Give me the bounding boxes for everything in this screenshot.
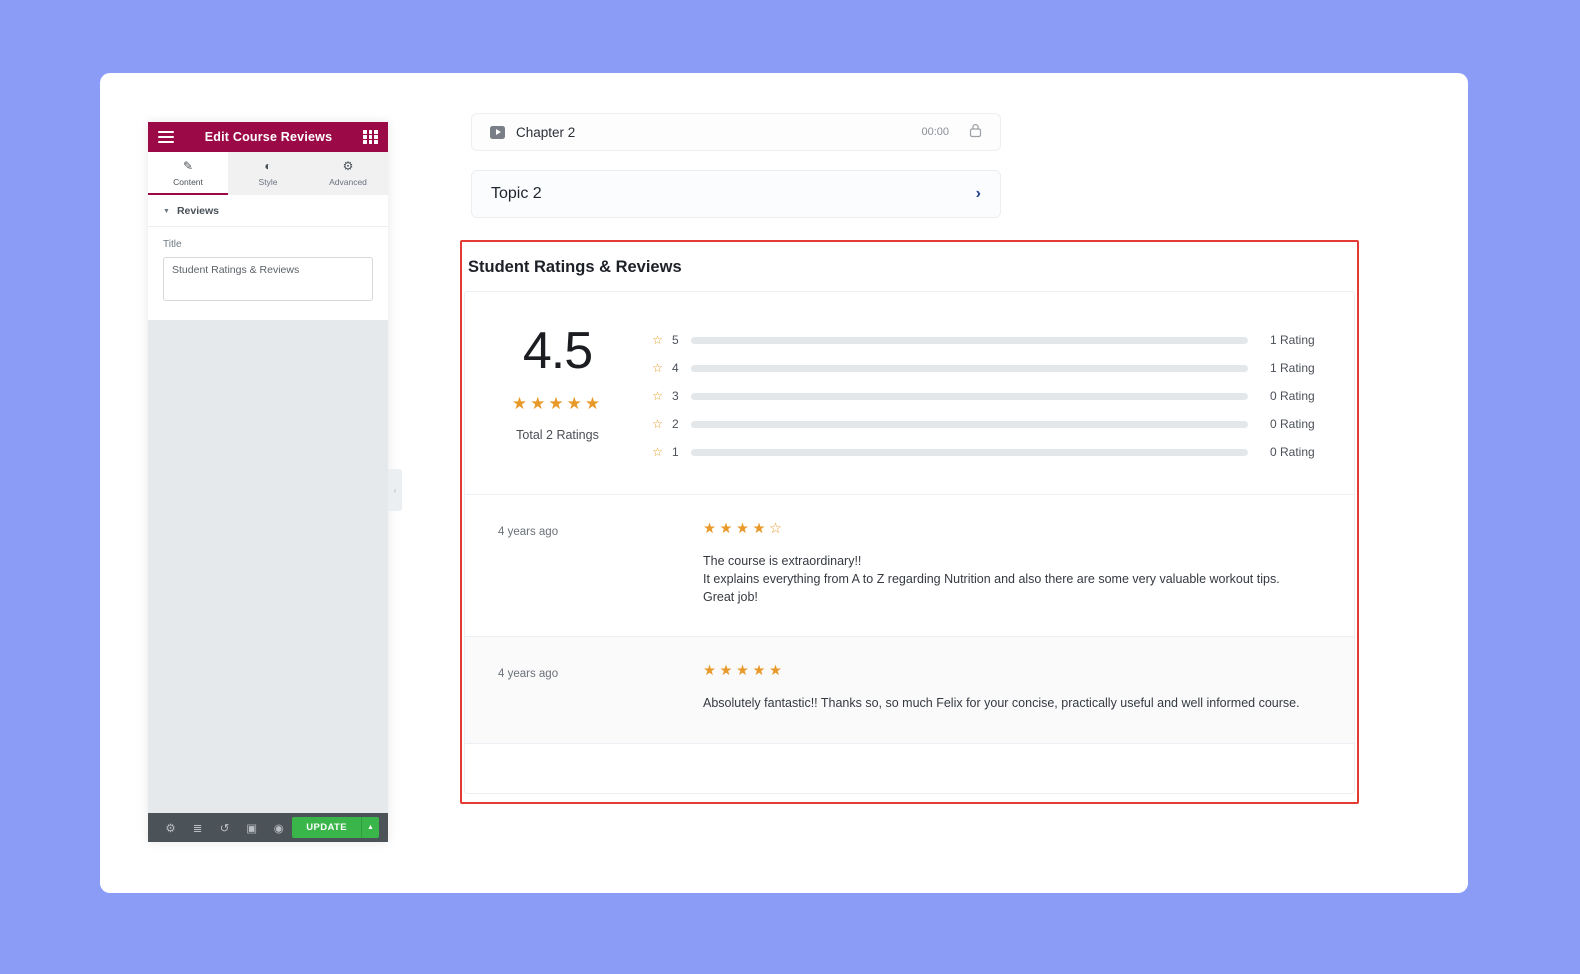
rating-bar-stars: 2 (672, 417, 679, 431)
rating-bar-track (691, 336, 1248, 344)
review-body: ★★★★☆ The course is extraordinary!! It e… (703, 521, 1354, 606)
update-button-group: UPDATE ▲ (292, 817, 379, 838)
lesson-duration: 00:00 (921, 126, 949, 138)
review-text: The course is extraordinary!! It explain… (703, 552, 1324, 606)
panel-tabs: ✎ Content ◐ Style ⚙ Advanced (148, 152, 388, 195)
review-item: 4 years ago ★★★★☆ The course is extraord… (465, 495, 1354, 638)
rating-bar-row: ☆ 5 1 Rating (650, 326, 1328, 354)
reviews-card: 4.5 ★★★★★ Total 2 Ratings ☆ 5 1 Rating ☆… (464, 291, 1355, 794)
panel-title: Edit Course Reviews (204, 130, 333, 144)
review-text-line: It explains everything from A to Z regar… (703, 572, 1280, 587)
average-rating-column: 4.5 ★★★★★ Total 2 Ratings (465, 322, 650, 466)
settings-icon[interactable]: ⚙ (157, 821, 184, 835)
rating-bar-row: ☆ 1 0 Rating (650, 438, 1328, 466)
rating-bar-row: ☆ 2 0 Rating (650, 410, 1328, 438)
lock-icon (969, 123, 982, 141)
title-field-label: Title (163, 239, 182, 250)
grid-apps-icon[interactable] (363, 130, 378, 144)
panel-body: ▼ Reviews Title (148, 195, 388, 320)
review-item: 4 years ago ★★★★★ Absolutely fantastic!!… (465, 637, 1354, 744)
lesson-name: Chapter 2 (516, 124, 576, 140)
rating-bar-row: ☆ 4 1 Rating (650, 354, 1328, 382)
rating-bar-stars: 4 (672, 361, 679, 375)
page-card: Edit Course Reviews ✎ Content ◐ Style ⚙ … (100, 73, 1468, 893)
review-2: 4 years ago ★★★★★ Absolutely fantastic!!… (465, 637, 1354, 743)
rating-bar-count: 1 Rating (1270, 361, 1315, 375)
rating-bar-count: 0 Rating (1270, 389, 1315, 403)
ratings-summary-section: 4.5 ★★★★★ Total 2 Ratings ☆ 5 1 Rating ☆… (465, 292, 1354, 495)
pencil-icon: ✎ (182, 159, 194, 173)
review-1: 4 years ago ★★★★☆ The course is extraord… (465, 495, 1354, 636)
review-text-line: Great job! (703, 590, 758, 605)
star-outline-icon: ☆ (652, 333, 663, 347)
rating-bar-track (691, 420, 1248, 428)
editor-panel: Edit Course Reviews ✎ Content ◐ Style ⚙ … (148, 122, 388, 842)
star-outline-icon: ☆ (652, 389, 663, 403)
contrast-icon: ◐ (264, 159, 272, 173)
review-text: Absolutely fantastic!! Thanks so, so muc… (703, 694, 1324, 712)
video-play-icon (490, 125, 505, 139)
section-reviews-label: Reviews (176, 205, 219, 217)
rating-bar-count: 0 Rating (1270, 445, 1315, 459)
section-reviews[interactable]: ▼ Reviews (148, 195, 388, 227)
update-button[interactable]: UPDATE (292, 817, 361, 838)
average-rating-stars: ★★★★★ (511, 394, 604, 413)
tab-content-label: Content (173, 177, 203, 187)
review-text-line: Absolutely fantastic!! Thanks so, so muc… (703, 696, 1300, 711)
rating-bar-row: ☆ 3 0 Rating (650, 382, 1328, 410)
layers-icon[interactable]: ≣ (184, 821, 211, 835)
tab-content[interactable]: ✎ Content (148, 152, 228, 195)
tab-advanced-label: Advanced (329, 177, 367, 187)
preview-eye-icon[interactable]: ◉ (265, 821, 292, 835)
title-input[interactable] (163, 257, 373, 301)
tab-style[interactable]: ◐ Style (228, 152, 308, 195)
panel-header: Edit Course Reviews (148, 122, 388, 152)
lesson-row-chapter-2[interactable]: Chapter 2 00:00 (471, 113, 1001, 151)
rating-bar-stars: 5 (672, 333, 679, 347)
update-options-arrow-icon[interactable]: ▲ (361, 817, 379, 838)
reviews-heading: Student Ratings & Reviews (468, 258, 682, 276)
course-preview: Chapter 2 00:00 Topic 2 › Student Rating… (460, 113, 1390, 804)
review-timestamp: 4 years ago (498, 668, 559, 681)
gear-icon: ⚙ (342, 159, 354, 173)
topic-name: Topic 2 (491, 185, 542, 202)
review-stars: ★★★★☆ (703, 521, 786, 537)
responsive-icon[interactable]: ▣ (238, 821, 265, 835)
ratings-summary: 4.5 ★★★★★ Total 2 Ratings ☆ 5 1 Rating ☆… (465, 292, 1354, 494)
star-outline-icon: ☆ (652, 445, 663, 459)
topic-row-topic-2[interactable]: Topic 2 › (471, 170, 1001, 218)
rating-bar-track (691, 392, 1248, 400)
average-rating-value: 4.5 (522, 322, 593, 380)
total-ratings-label: Total 2 Ratings (516, 428, 599, 442)
review-timestamp: 4 years ago (498, 526, 559, 538)
rating-bar-count: 1 Rating (1270, 333, 1315, 347)
title-field-group: Title (148, 227, 388, 320)
reviews-empty-row (465, 744, 1354, 793)
rating-bar-count: 0 Rating (1270, 417, 1315, 431)
chevron-right-icon[interactable]: › (976, 185, 981, 203)
rating-bar-stars: 3 (672, 389, 679, 403)
rating-bar-track (691, 364, 1248, 372)
panel-footer: ⚙ ≣ ↺ ▣ ◉ UPDATE ▲ (148, 813, 388, 842)
hamburger-icon[interactable] (158, 130, 174, 144)
chevron-down-icon: ▼ (163, 207, 170, 215)
review-stars: ★★★★★ (703, 663, 786, 680)
review-text-line: The course is extraordinary!! (703, 554, 862, 568)
star-outline-icon: ☆ (652, 361, 663, 375)
rating-distribution: ☆ 5 1 Rating ☆ 4 1 Rating ☆ 3 0 Rating ☆… (650, 322, 1354, 466)
panel-empty-area (148, 320, 388, 813)
tab-advanced[interactable]: ⚙ Advanced (308, 152, 388, 195)
rating-bar-track (691, 448, 1248, 456)
history-icon[interactable]: ↺ (211, 821, 238, 835)
panel-collapse-handle[interactable]: ‹ (388, 469, 402, 511)
reviews-widget-selected[interactable]: Student Ratings & Reviews 4.5 ★★★★★ Tota… (460, 240, 1359, 804)
review-body: ★★★★★ Absolutely fantastic!! Thanks so, … (703, 663, 1354, 712)
rating-bar-stars: 1 (672, 445, 679, 459)
star-outline-icon: ☆ (652, 417, 663, 431)
tab-style-label: Style (258, 177, 278, 187)
